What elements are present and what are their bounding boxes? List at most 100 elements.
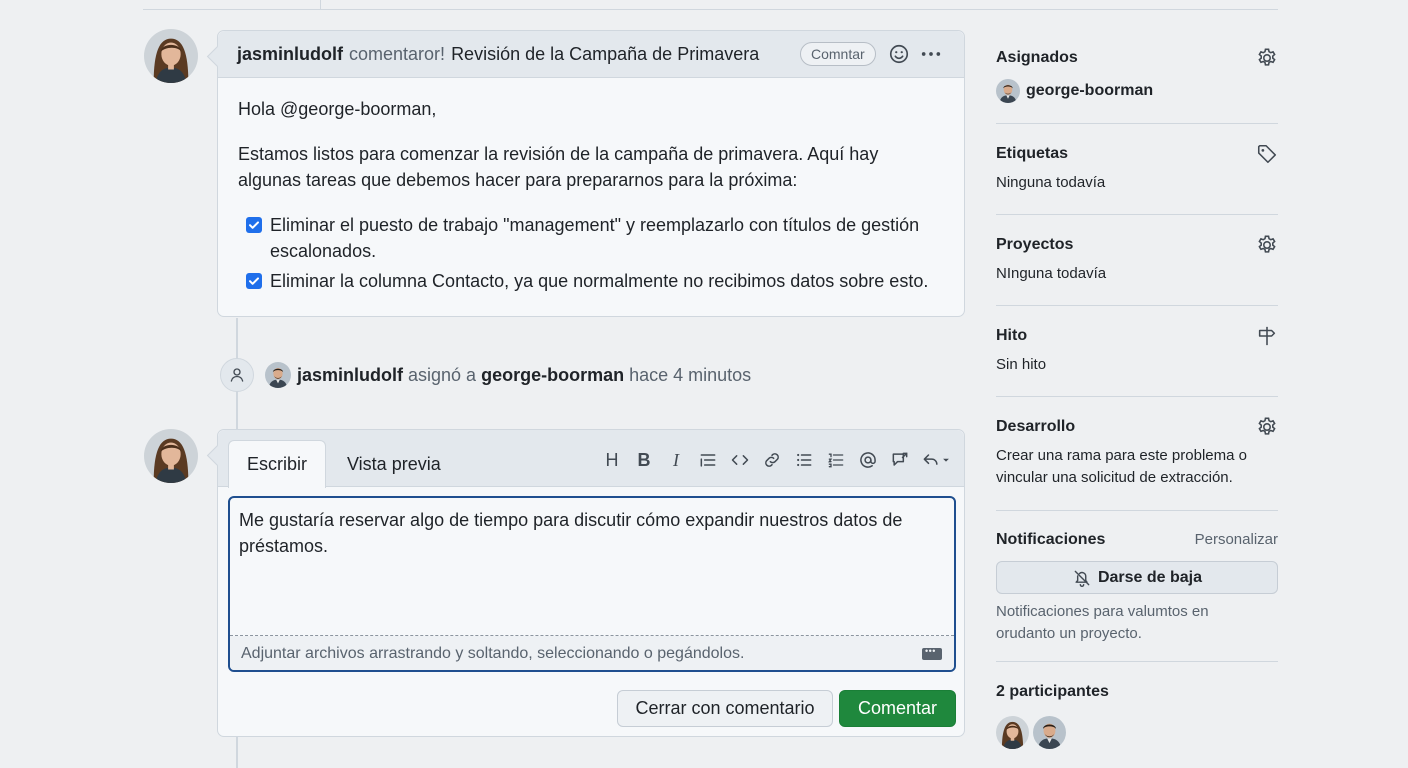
task-item: Eliminar la columna Contacto, ya que nor… — [238, 268, 944, 294]
sidebar-divider — [996, 123, 1278, 124]
participant-avatar[interactable] — [996, 716, 1029, 749]
assignee-name: george-boorman — [1026, 82, 1154, 99]
assignee-avatar — [996, 79, 1020, 103]
sidebar-divider — [996, 396, 1278, 397]
comment-greeting: Hola @george-boorman, — [238, 99, 437, 119]
heading-icon: H — [605, 449, 619, 470]
ordered-list-icon — [828, 453, 844, 468]
task-checkbox[interactable] — [246, 217, 262, 233]
mention-button[interactable] — [852, 448, 884, 472]
top-tabs-border — [143, 0, 1278, 10]
ordered-list-button[interactable] — [820, 448, 852, 472]
comment-header: jasminludolf comentaror! Revisión de la … — [218, 31, 964, 78]
labels-value: Ninguna todavía — [996, 174, 1106, 191]
assignee-item[interactable]: george-boorman — [996, 79, 1278, 103]
milestone-value: Sin hito — [996, 356, 1047, 373]
author-badge: Comntar — [800, 42, 876, 66]
participants-list — [996, 716, 1278, 749]
bold-button[interactable]: B — [628, 448, 660, 472]
bold-icon: B — [637, 449, 651, 470]
cross-reference-icon — [892, 452, 908, 466]
task-label: Eliminar la columna Contacto, ya que nor… — [270, 271, 929, 291]
reference-button[interactable] — [884, 448, 916, 472]
quote-icon — [700, 454, 716, 467]
event-verb: asignó a — [408, 364, 477, 385]
tag-icon[interactable] — [1256, 143, 1278, 165]
task-item: Eliminar el puesto de trabajo "managemen… — [238, 212, 944, 264]
comment-author[interactable]: jasminludolf — [237, 44, 343, 65]
sidebar-projects: Proyectos NInguna todavía — [996, 236, 1278, 285]
task-checkbox[interactable] — [246, 273, 262, 289]
comment-title: Revisión de la Campaña de Primavera — [451, 43, 760, 64]
unordered-list-button[interactable] — [788, 448, 820, 472]
reply-icon — [923, 454, 938, 465]
comment-body: Hola @george-boorman, Estamos listos par… — [218, 78, 964, 316]
gear-icon[interactable] — [1256, 47, 1278, 69]
close-with-comment-button[interactable]: Cerrar con comentario — [617, 690, 833, 727]
tab-write[interactable]: Escribir — [228, 440, 326, 488]
milestone-title[interactable]: Hito — [996, 327, 1278, 345]
comment-button[interactable]: Comentar — [839, 690, 956, 727]
sidebar-divider — [996, 214, 1278, 215]
participant-avatar[interactable] — [1033, 716, 1066, 749]
participants-title: 2 participantes — [996, 683, 1109, 700]
kebab-menu-icon[interactable] — [920, 43, 942, 65]
sidebar-divider — [996, 305, 1278, 306]
quote-button[interactable] — [692, 448, 724, 472]
avatar-current-user[interactable] — [144, 429, 198, 483]
link-icon — [765, 453, 779, 467]
tab-preview[interactable]: Vista previa — [347, 454, 441, 475]
development-title[interactable]: Desarrollo — [996, 418, 1278, 436]
event-actor[interactable]: jasminludolf — [297, 365, 403, 386]
sidebar-participants: 2 participantes — [996, 683, 1278, 749]
smiley-icon[interactable] — [888, 43, 910, 65]
unordered-list-icon — [797, 453, 812, 467]
gear-icon[interactable] — [1256, 234, 1278, 256]
code-button[interactable] — [724, 448, 756, 472]
comment-action: comentaror! — [349, 43, 446, 64]
projects-title[interactable]: Proyectos — [996, 236, 1278, 254]
sidebar-divider — [996, 661, 1278, 662]
comment-textarea-text[interactable]: Me gustaría reservar algo de tiempo para… — [230, 498, 954, 636]
italic-button[interactable]: I — [660, 448, 692, 472]
task-label: Eliminar el puesto de trabajo "managemen… — [270, 215, 920, 261]
customize-link[interactable]: Personalizar — [1195, 531, 1278, 548]
attach-hint: Adjuntar archivos arrastrando y soltando… — [241, 645, 745, 662]
formatting-toolbar: H B I — [596, 448, 956, 472]
comment-card: jasminludolf comentaror! Revisión de la … — [217, 30, 965, 317]
milestone-icon[interactable] — [1256, 325, 1278, 347]
notifications-note: Notificaciones para valumtos en orudanto… — [996, 603, 1209, 642]
assignment-event: jasminludolf asignó a george-boorman hac… — [220, 358, 751, 392]
avatar-jasminludolf[interactable] — [144, 29, 198, 83]
event-time[interactable]: hace 4 minutos — [629, 365, 751, 386]
comment-textarea[interactable]: Me gustaría reservar algo de tiempo para… — [228, 496, 956, 672]
markdown-icon[interactable] — [922, 646, 942, 660]
labels-title[interactable]: Etiquetas — [996, 145, 1278, 163]
event-target[interactable]: george-boorman — [481, 365, 624, 386]
gear-icon[interactable] — [1256, 416, 1278, 438]
italic-icon: I — [673, 449, 679, 470]
sidebar-notifications: Notificaciones Personalizar Darse de baj… — [996, 531, 1278, 645]
person-icon — [220, 358, 254, 392]
top-tab-edge — [320, 0, 321, 10]
sidebar-development: Desarrollo Crear una rama para este prob… — [996, 418, 1278, 489]
sidebar-assignees: Asignados george-boorman — [996, 49, 1278, 103]
comment-editor: Escribir Vista previa H B I Me gustaría … — [217, 429, 965, 737]
development-value[interactable]: Crear una rama para este problema o vinc… — [996, 445, 1261, 489]
heading-button[interactable]: H — [596, 448, 628, 472]
link-button[interactable] — [756, 448, 788, 472]
assignees-title[interactable]: Asignados — [996, 49, 1278, 67]
bell-slash-icon — [1074, 570, 1090, 587]
code-icon — [731, 455, 749, 465]
projects-value: NInguna todavía — [996, 265, 1107, 282]
event-actor-avatar[interactable] — [265, 362, 291, 388]
caret-down-icon — [943, 458, 949, 462]
attach-files-area[interactable]: Adjuntar archivos arrastrando y soltando… — [230, 636, 954, 670]
sidebar-milestone: Hito Sin hito — [996, 325, 1278, 376]
unsubscribe-label: Darse de baja — [1097, 568, 1203, 586]
sidebar-labels: Etiquetas Ninguna todavía — [996, 143, 1278, 194]
saved-replies-button[interactable] — [916, 448, 956, 472]
mention-icon — [860, 452, 876, 468]
sidebar-divider — [996, 510, 1278, 511]
unsubscribe-button[interactable]: Darse de baja — [996, 561, 1278, 594]
